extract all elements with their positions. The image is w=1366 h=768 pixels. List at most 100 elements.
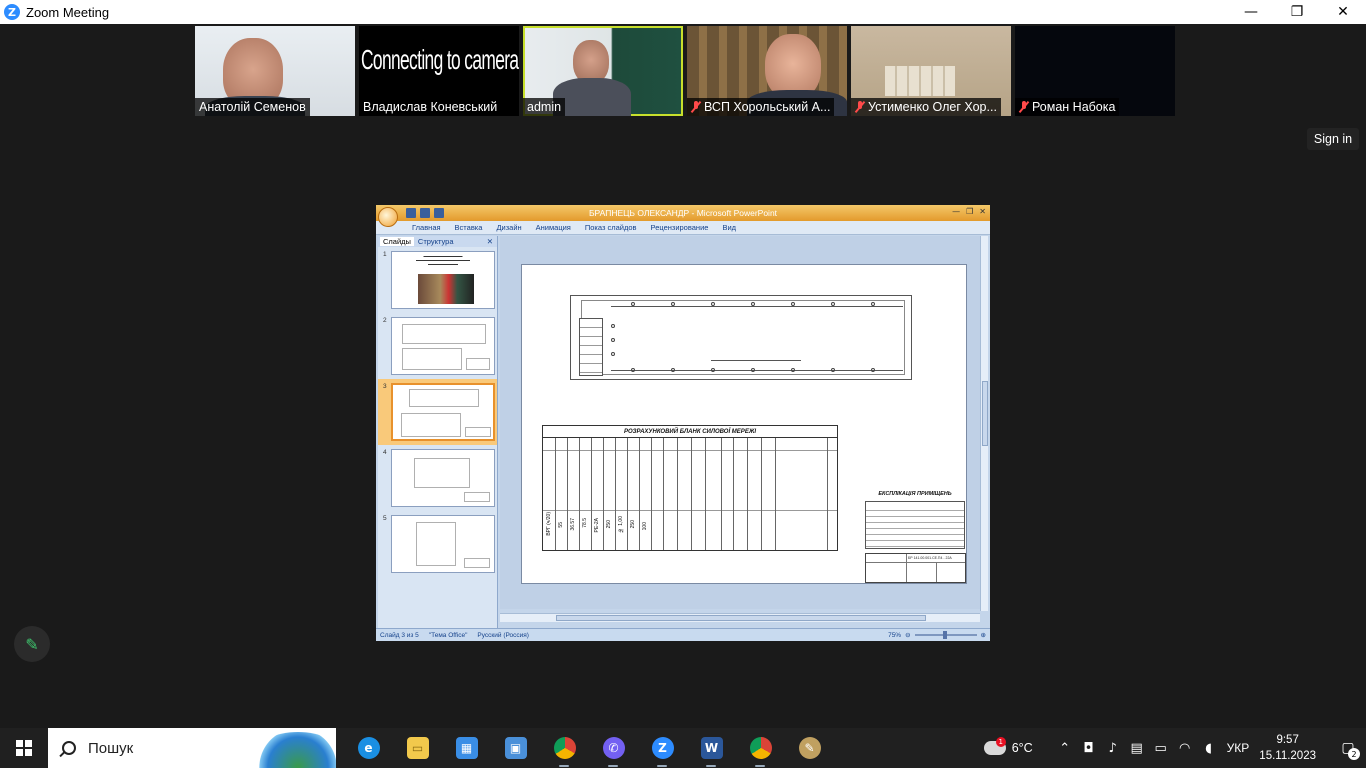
microphone-icon[interactable]: ♪	[1101, 741, 1125, 756]
battery-icon[interactable]: ▭	[1149, 741, 1173, 756]
room-explication: ЕКСПЛІКАЦІЯ ПРИМІЩЕНЬ	[865, 491, 965, 551]
participant-tile[interactable]: ВСП Хорольський А...	[687, 26, 847, 116]
monitor-icon: ▣	[504, 737, 527, 759]
slide-preview	[391, 383, 495, 441]
ribbon-tab[interactable]: Показ слайдов	[585, 223, 637, 232]
start-button[interactable]	[0, 728, 48, 768]
explication-title: ЕКСПЛІКАЦІЯ ПРИМІЩЕНЬ	[878, 491, 952, 497]
table-cell: 250	[606, 520, 612, 529]
slide-number: 2	[383, 317, 387, 324]
participant-name: Анатолій Семенов	[199, 100, 306, 114]
slide-editing-area[interactable]: РОЗРАХУНКОВИЙ БЛАНК СИЛОВОЇ МЕРЕЖІ ВРГ (…	[500, 236, 980, 609]
table-title: РОЗРАХУНКОВИЙ БЛАНК СИЛОВОЇ МЕРЕЖІ	[543, 426, 837, 438]
word-button[interactable]: W	[687, 728, 736, 768]
pinned-apps: e ▭ ▦ ▣ ✆ Z W ✎	[344, 728, 834, 768]
close-button[interactable]: ✕	[1320, 0, 1366, 24]
annotate-pencil-icon[interactable]: ✎	[14, 626, 50, 662]
table-cell: ВРГ (ч/20)	[546, 512, 552, 536]
ribbon-tab[interactable]: Главная	[412, 223, 441, 232]
windows-taskbar: Пошук e ▭ ▦ ▣ ✆ Z W ✎ 1 6°C ⌃ ◘ ♪ ▤ ▭ ◠ …	[0, 728, 1366, 768]
office-button[interactable]	[378, 207, 398, 227]
participant-tile[interactable]: Роман Набока	[1015, 26, 1175, 116]
participant-tile-active[interactable]: admin	[523, 26, 683, 116]
volume-icon[interactable]: ◖	[1197, 741, 1221, 756]
viber-button[interactable]: ✆	[589, 728, 638, 768]
chrome-button[interactable]	[540, 728, 589, 768]
slide-thumbnail[interactable]: 2	[378, 313, 497, 379]
store-button[interactable]: ▦	[442, 728, 491, 768]
zoom-button[interactable]: Z	[638, 728, 687, 768]
ppt-close-icon[interactable]: ✕	[979, 207, 986, 216]
network-monitor-icon[interactable]: ▤	[1125, 741, 1149, 756]
panel-close-icon[interactable]: ✕	[487, 237, 493, 246]
edge-app-button[interactable]: e	[344, 728, 393, 768]
participant-name: ВСП Хорольський А...	[704, 100, 831, 114]
slide-thumbnail[interactable]: 5	[378, 511, 497, 577]
notifications-button[interactable]: ▢ 2	[1330, 728, 1366, 768]
file-explorer-button[interactable]: ▭	[393, 728, 442, 768]
zoom-level: 75%	[888, 631, 902, 639]
table-cell: 250	[630, 520, 636, 529]
participant-tile[interactable]: Connecting to camera... Владислав Коневс…	[359, 26, 519, 116]
zoom-in-icon[interactable]: ⊕	[981, 631, 986, 639]
weather-widget[interactable]: 1 6°C	[979, 737, 1033, 755]
minimize-button[interactable]: —	[1228, 0, 1274, 24]
taskbar-search-box[interactable]: Пошук	[48, 728, 336, 768]
status-language: Русский (Россия)	[477, 631, 529, 639]
slides-panel: Слайды Структура ✕ 1 ▬▬▬▬▬▬▬▬▬▬▬▬▬ ▬▬▬▬▬▬…	[378, 236, 498, 628]
ribbon-tab[interactable]: Анимация	[536, 223, 571, 232]
power-network-table: РОЗРАХУНКОВИЙ БЛАНК СИЛОВОЇ МЕРЕЖІ ВРГ (…	[542, 425, 838, 551]
window-title: Zoom Meeting	[26, 4, 110, 20]
slide-thumbnail[interactable]: 1 ▬▬▬▬▬▬▬▬▬▬▬▬▬ ▬▬▬▬▬▬▬▬▬▬▬▬▬▬▬▬▬▬ ▬▬▬▬▬▬▬…	[378, 247, 497, 313]
camera-icon[interactable]: ◘	[1077, 741, 1101, 756]
ppt-status-bar: Слайд 3 из 5 "Тема Office" Русский (Росс…	[376, 628, 990, 641]
horizontal-scrollbar[interactable]	[500, 613, 980, 622]
paint-button[interactable]: ✎	[785, 728, 834, 768]
zoom-slider[interactable]	[914, 631, 977, 639]
remote-desktop-button[interactable]: ▣	[491, 728, 540, 768]
floor-plan-drawing	[570, 295, 912, 380]
input-language[interactable]: УКР	[1227, 741, 1250, 755]
participant-name-bar: admin	[523, 98, 566, 116]
vertical-scrollbar[interactable]	[980, 236, 988, 611]
participant-name-bar: Роман Набока	[1015, 98, 1120, 116]
zoom-control[interactable]: 75% ⊖ ⊕	[888, 631, 986, 639]
zoom-out-icon[interactable]: ⊖	[905, 631, 910, 639]
slide-preview: ▬▬▬▬▬▬▬▬▬▬▬▬▬ ▬▬▬▬▬▬▬▬▬▬▬▬▬▬▬▬▬▬ ▬▬▬▬▬▬▬▬▬…	[391, 251, 495, 309]
folder-icon: ▭	[406, 737, 429, 759]
clock-time: 9:57	[1276, 734, 1299, 746]
ppt-minimize-icon[interactable]: —	[952, 207, 960, 216]
tab-outline[interactable]: Структура	[418, 237, 454, 246]
ribbon-tab[interactable]: Дизайн	[496, 223, 521, 232]
chrome-app-button[interactable]	[736, 728, 785, 768]
windows-logo-icon	[16, 740, 32, 756]
viber-icon: ✆	[602, 737, 625, 759]
participant-name: Роман Набока	[1032, 100, 1116, 114]
participant-tile[interactable]: Устименко Олег Хор...	[851, 26, 1011, 116]
window-title-bar: Z Zoom Meeting — ❐ ✕	[0, 0, 1366, 24]
shared-screen-powerpoint[interactable]: БРАПНЕЦЬ ОЛЕКСАНДР - Microsoft PowerPoin…	[376, 205, 990, 641]
distribution-board	[579, 318, 603, 376]
explication-table	[865, 501, 965, 549]
slide-number: 3	[383, 383, 387, 390]
sign-in-button[interactable]: Sign in	[1307, 128, 1359, 150]
tab-slides[interactable]: Слайды	[380, 237, 414, 246]
muted-mic-icon	[691, 101, 701, 113]
participant-name: Владислав Коневський	[363, 100, 498, 114]
ppt-restore-icon[interactable]: ❐	[966, 207, 973, 216]
slide-thumbnail-selected[interactable]: 3	[378, 379, 497, 445]
word-icon: W	[700, 737, 723, 759]
ribbon-tab[interactable]: Вставка	[455, 223, 483, 232]
edge-icon: e	[357, 737, 380, 759]
zoom-logo-icon: Z	[4, 4, 20, 20]
ribbon-tab[interactable]: Вид	[722, 223, 736, 232]
clock[interactable]: 9:57 15.11.2023	[1259, 732, 1316, 764]
chevron-up-icon[interactable]: ⌃	[1053, 741, 1077, 756]
ribbon-tab[interactable]: Рецензирование	[651, 223, 709, 232]
weather-temperature: 6°C	[1011, 741, 1033, 755]
maximize-button[interactable]: ❐	[1274, 0, 1320, 24]
wifi-icon[interactable]: ◠	[1173, 741, 1197, 756]
slide-thumbnail[interactable]: 4	[378, 445, 497, 511]
slide-preview	[391, 515, 495, 573]
participant-tile[interactable]: Анатолій Семенов	[195, 26, 355, 116]
